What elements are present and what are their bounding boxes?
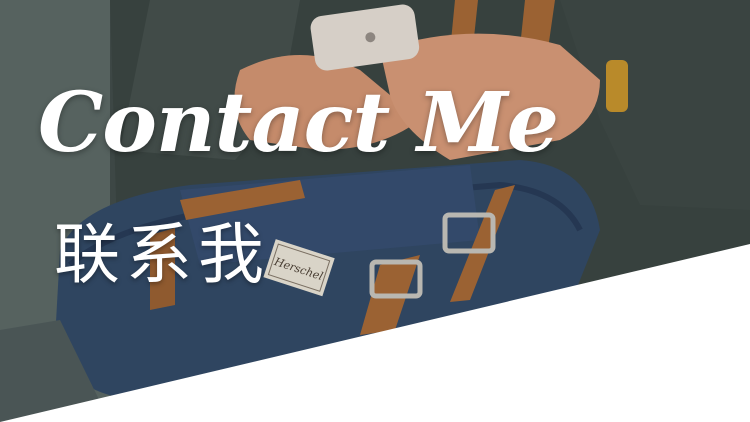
- page-title: Contact Me: [38, 75, 559, 171]
- page-subtitle: 联系我: [54, 216, 270, 293]
- white-diagonal-panel: [0, 244, 750, 422]
- contact-banner: Herschel Contact Me 联系我: [0, 0, 750, 422]
